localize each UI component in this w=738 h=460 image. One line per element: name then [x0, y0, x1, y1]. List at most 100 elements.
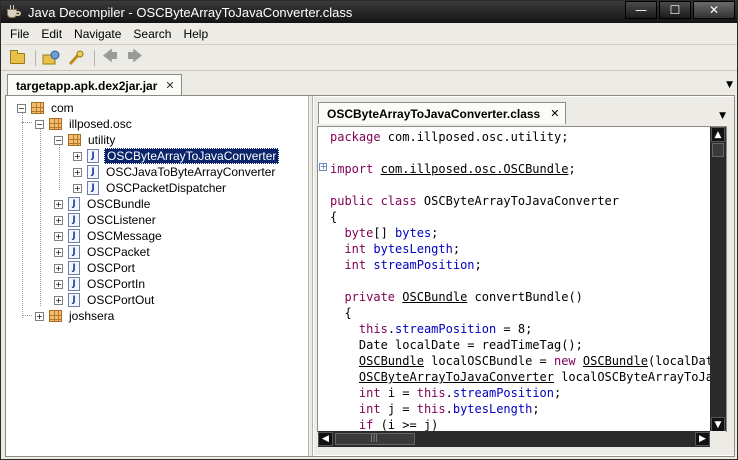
- menu-help[interactable]: Help: [177, 27, 214, 41]
- menu-search[interactable]: Search: [127, 27, 177, 41]
- tree-node-joshsera[interactable]: + joshsera: [35, 308, 116, 324]
- java-class-icon: J: [68, 277, 80, 291]
- expand-icon[interactable]: +: [54, 215, 63, 225]
- code-line: {: [330, 210, 338, 224]
- expand-icon[interactable]: +: [54, 231, 63, 241]
- code-gutter: +: [318, 127, 328, 431]
- search-icon: [68, 50, 84, 66]
- java-class-icon: J: [68, 229, 80, 243]
- close-tab-icon[interactable]: ✕: [550, 107, 559, 120]
- expand-icon[interactable]: +: [73, 167, 82, 177]
- scroll-left-icon[interactable]: ◀: [318, 432, 333, 446]
- tree-node-label: com: [51, 101, 74, 115]
- tree-node-label: OSCPacketDispatcher: [106, 181, 227, 195]
- java-class-icon: J: [68, 213, 80, 227]
- tree-node-oscmessage[interactable]: + J OSCMessage: [54, 228, 164, 244]
- code-line: public class OSCByteArrayToJavaConverter: [330, 194, 619, 208]
- tree-node-illposed-osc[interactable]: − illposed.osc: [35, 116, 134, 132]
- expand-icon[interactable]: +: [54, 279, 63, 289]
- tab-class-label: OSCByteArrayToJavaConverter.class: [327, 106, 541, 121]
- tree-node-utility[interactable]: − utility: [54, 132, 117, 148]
- tree-node-oscpacket[interactable]: + J OSCPacket: [54, 244, 152, 260]
- expand-icon[interactable]: +: [35, 311, 44, 321]
- tree-node-label: joshsera: [69, 309, 115, 323]
- toolbar-separator: [35, 50, 36, 66]
- tree-node-oscpacketdispatcher[interactable]: + J OSCPacketDispatcher: [73, 180, 228, 196]
- forward-icon: 🡆: [127, 46, 143, 65]
- horizontal-scroll-thumb[interactable]: |||: [335, 433, 415, 445]
- code-line: int streamPosition;: [344, 258, 482, 272]
- open-file-button[interactable]: [6, 48, 28, 68]
- tree-node-com[interactable]: − com: [17, 100, 76, 116]
- expand-icon[interactable]: +: [54, 295, 63, 305]
- menu-file[interactable]: File: [4, 27, 35, 41]
- tab-class-file[interactable]: OSCByteArrayToJavaConverter.class ✕: [318, 102, 567, 124]
- app-window: Java Decompiler - OSCByteArrayToJavaConv…: [0, 0, 738, 460]
- tree-node-osclistener[interactable]: + J OSCListener: [54, 212, 158, 228]
- expand-icon[interactable]: +: [73, 151, 82, 161]
- code-line: package com.illposed.osc.utility;: [330, 130, 569, 144]
- forward-button[interactable]: 🡆: [124, 46, 146, 68]
- tree-node-label: OSCPortIn: [87, 277, 146, 291]
- fold-expand-icon[interactable]: +: [319, 163, 327, 171]
- scroll-up-icon[interactable]: ▲: [711, 127, 725, 142]
- coffee-cup-icon: [6, 5, 22, 19]
- open-type-icon: [42, 50, 60, 65]
- code-line: int i = this.streamPosition;: [358, 386, 562, 400]
- tree-node-oscbytearraytojavaconverter[interactable]: + J OSCByteArrayToJavaConverter: [73, 148, 280, 164]
- search-button[interactable]: [65, 48, 87, 68]
- tree-node-oscportin[interactable]: + J OSCPortIn: [54, 276, 147, 292]
- java-class-icon: J: [87, 165, 99, 179]
- tab-jar-file[interactable]: targetapp.apk.dex2jar.jar ✕: [7, 74, 182, 96]
- package-icon: [49, 118, 62, 130]
- code-line: OSCBundle localOSCBundle = new OSCBundle…: [358, 354, 721, 368]
- menu-navigate[interactable]: Navigate: [68, 27, 127, 41]
- menu-edit[interactable]: Edit: [35, 27, 68, 41]
- tree-node-oscport[interactable]: + J OSCPort: [54, 260, 137, 276]
- code-line: {: [330, 306, 352, 320]
- window-title: Java Decompiler - OSCByteArrayToJavaConv…: [28, 4, 353, 20]
- toolbar: 🡄 🡆: [1, 46, 737, 71]
- code-line: int j = this.bytesLength;: [358, 402, 540, 416]
- expand-icon[interactable]: +: [54, 263, 63, 273]
- package-icon: [49, 310, 62, 322]
- source-code-view[interactable]: + package com.illposed.osc.utility; impo…: [317, 126, 727, 432]
- menu-bar: File Edit Navigate Search Help: [1, 24, 737, 45]
- scroll-grip: |||: [370, 433, 379, 442]
- vertical-scrollbar[interactable]: ▲ ▼: [710, 127, 726, 432]
- minimize-button[interactable]: —: [625, 1, 657, 19]
- collapse-icon[interactable]: −: [17, 103, 26, 113]
- tree-node-label: OSCBundle: [87, 197, 151, 211]
- tab-list-dropdown-icon[interactable]: ▼: [726, 80, 733, 90]
- tab-list-dropdown-icon[interactable]: ▼: [719, 111, 726, 121]
- horizontal-scrollbar[interactable]: ◀ ||| ▶: [318, 431, 710, 447]
- expand-icon[interactable]: +: [73, 183, 82, 193]
- close-tab-icon[interactable]: ✕: [165, 79, 174, 92]
- expand-icon[interactable]: +: [54, 199, 63, 209]
- tree-node-label: utility: [88, 133, 116, 147]
- open-file-icon: [9, 49, 25, 64]
- java-class-icon: J: [68, 245, 80, 259]
- package-tree[interactable]: − com − illposed.osc − utility + J OSCBy…: [7, 98, 306, 455]
- split-pane-divider[interactable]: [308, 96, 313, 456]
- tab-jar-label: targetapp.apk.dex2jar.jar: [16, 78, 158, 93]
- code-line: private OSCBundle convertBundle(): [344, 290, 583, 304]
- close-button[interactable]: ✕: [693, 1, 735, 19]
- scroll-right-icon[interactable]: ▶: [695, 432, 710, 446]
- code-line: byte[] bytes;: [344, 226, 439, 240]
- expand-icon[interactable]: +: [54, 247, 63, 257]
- vertical-scroll-thumb[interactable]: [712, 143, 724, 157]
- maximize-button[interactable]: ☐: [659, 1, 691, 19]
- tree-node-oscjavatobytearrayconverter[interactable]: + J OSCJavaToByteArrayConverter: [73, 164, 277, 180]
- java-class-icon: J: [68, 293, 80, 307]
- back-button[interactable]: 🡄: [99, 47, 121, 68]
- open-type-button[interactable]: [40, 48, 62, 68]
- collapse-icon[interactable]: −: [35, 119, 44, 129]
- collapse-icon[interactable]: −: [54, 135, 63, 145]
- scroll-down-icon[interactable]: ▼: [711, 417, 725, 432]
- title-bar[interactable]: Java Decompiler - OSCByteArrayToJavaConv…: [1, 1, 737, 23]
- tree-node-label: OSCPortOut: [87, 293, 155, 307]
- tree-node-oscbundle[interactable]: + J OSCBundle: [54, 196, 152, 212]
- tree-node-oscportout[interactable]: + J OSCPortOut: [54, 292, 156, 308]
- code-line: if (i >= j): [358, 418, 439, 432]
